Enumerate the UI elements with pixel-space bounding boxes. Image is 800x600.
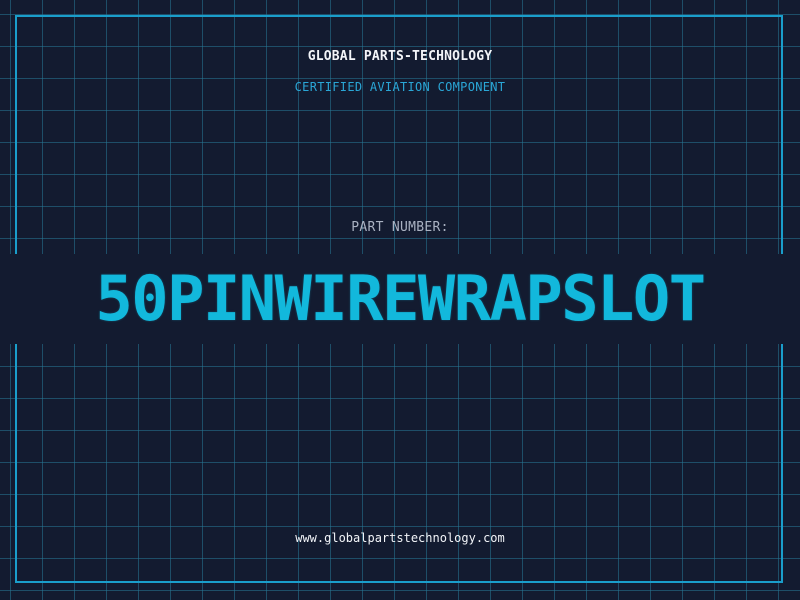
certification-subtitle: CERTIFIED AVIATION COMPONENT bbox=[294, 80, 506, 94]
website-url: www.globalpartstechnology.com bbox=[295, 531, 505, 545]
company-name: GLOBAL PARTS-TECHNOLOGY bbox=[307, 49, 493, 64]
part-number-value: 50PINWIREWRAPSLOT bbox=[0, 254, 800, 344]
part-number-label: PART NUMBER: bbox=[351, 220, 449, 235]
certificate-page: GLOBAL PARTS-TECHNOLOGY CERTIFIED AVIATI… bbox=[0, 0, 800, 600]
